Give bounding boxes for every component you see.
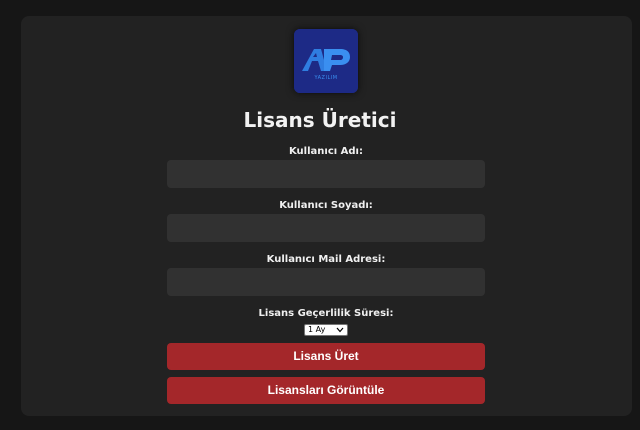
view-licenses-button[interactable]: Lisansları Görüntüle	[167, 377, 485, 404]
svg-text:YAZILIM: YAZILIM	[313, 75, 337, 81]
validity-label: Lisans Geçerlilik Süresi:	[258, 308, 394, 319]
ap-logo-icon: YAZILIM	[294, 29, 358, 93]
page-title: Lisans Üretici	[243, 108, 397, 132]
email-input[interactable]	[167, 268, 485, 296]
validity-select[interactable]: 1 Ay	[304, 324, 348, 336]
last-name-label: Kullanıcı Soyadı:	[279, 200, 373, 211]
first-name-input[interactable]	[167, 160, 485, 188]
first-name-label: Kullanıcı Adı:	[288, 146, 363, 157]
email-label: Kullanıcı Mail Adresi:	[266, 254, 386, 265]
last-name-input[interactable]	[167, 214, 485, 242]
generate-license-button[interactable]: Lisans Üret	[167, 343, 485, 370]
chevron-down-icon	[336, 327, 344, 333]
validity-selected-value: 1 Ay	[308, 325, 326, 334]
